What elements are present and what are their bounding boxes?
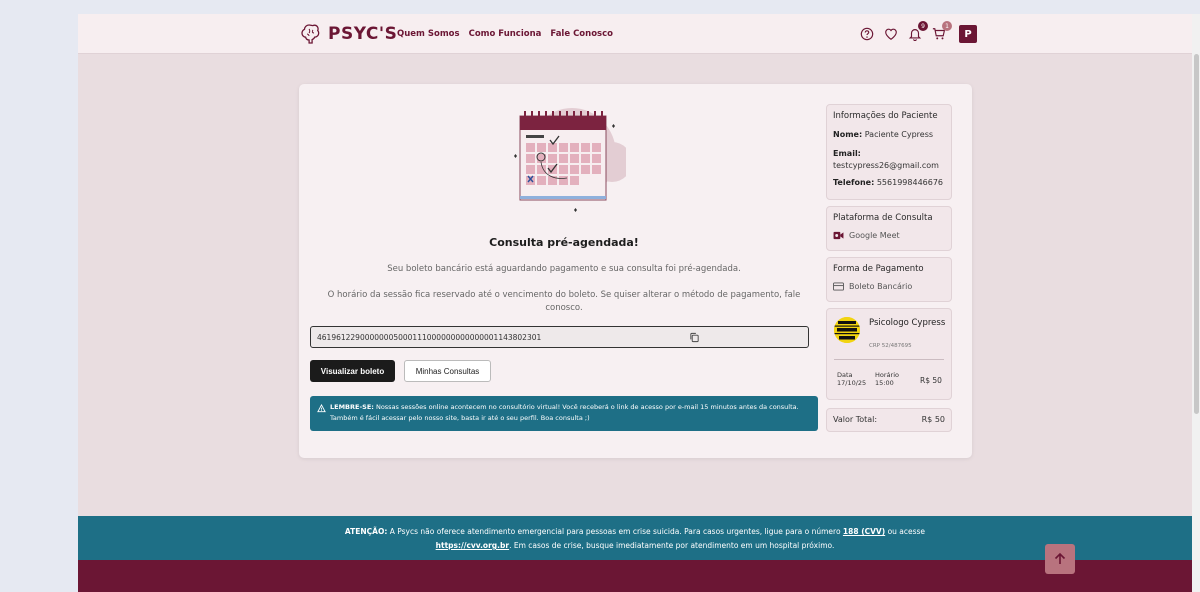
payment-method-row: Boleto Bancário bbox=[833, 282, 945, 291]
psychologist-box: Psicologo Cypress CRP 52/487695 Data 17/… bbox=[826, 308, 952, 400]
nav-como-funciona[interactable]: Como Funciona bbox=[469, 29, 542, 39]
patient-name-row: Nome: Paciente Cypress bbox=[833, 129, 945, 140]
reservation-message: O horário da sessão fica reservado até o… bbox=[327, 290, 801, 313]
top-header: PSYC'S Quem Somos Como Funciona Fale Con… bbox=[78, 14, 1192, 54]
favorites-button[interactable] bbox=[883, 26, 899, 42]
brain-logo-icon bbox=[301, 24, 320, 44]
view-boleto-button[interactable]: Visualizar boleto bbox=[310, 360, 395, 382]
test-area-image bbox=[834, 317, 860, 343]
warning-icon bbox=[317, 404, 326, 413]
psychologist-divider bbox=[834, 359, 944, 360]
notification-badge: 9 bbox=[918, 21, 928, 31]
notifications-button[interactable]: 9 bbox=[907, 21, 928, 42]
my-appointments-button[interactable]: Minhas Consultas bbox=[404, 360, 491, 382]
confirmation-card: Consulta pré-agendada! Seu boleto bancár… bbox=[299, 84, 972, 458]
payment-method-value: Boleto Bancário bbox=[849, 282, 913, 291]
patient-name: Paciente Cypress bbox=[864, 130, 934, 139]
reminder-alert: LEMBRE-SE: Nossas sessões online acontec… bbox=[310, 396, 818, 431]
nav-quem-somos[interactable]: Quem Somos bbox=[397, 29, 460, 39]
logo[interactable]: PSYC'S bbox=[300, 22, 397, 46]
page-viewport: PSYC'S Quem Somos Como Funciona Fale Con… bbox=[78, 14, 1192, 592]
footer-text-3: . Em casos de crise, busque imediatament… bbox=[509, 541, 835, 550]
time-value: 15:00 bbox=[875, 379, 894, 387]
main-nav: Quem Somos Como Funciona Fale Conosco bbox=[397, 29, 613, 39]
alert-label: LEMBRE-SE: bbox=[330, 403, 374, 411]
patient-phone: 5561998446676 bbox=[876, 178, 944, 187]
patient-email-label: Email: bbox=[833, 149, 861, 158]
payment-method-heading: Forma de Pagamento bbox=[833, 264, 924, 274]
patient-name-label: Nome: bbox=[833, 130, 863, 139]
emergency-footer: ATENÇÃO: A Psycs não oferece atendimento… bbox=[78, 516, 1192, 560]
boleto-code-field[interactable]: 4619612290000000500011100000000000000114… bbox=[310, 326, 809, 348]
psychologist-photo bbox=[834, 317, 860, 343]
platform-heading: Plataforma de Consulta bbox=[833, 213, 933, 223]
footer-text-2: ou acesse bbox=[887, 527, 926, 536]
platform-box: Plataforma de Consulta Google Meet bbox=[826, 206, 952, 251]
cvv-phone-link[interactable]: 188 (CVV) bbox=[843, 527, 885, 536]
user-avatar[interactable]: P bbox=[959, 25, 977, 43]
cart-button[interactable]: 1 bbox=[931, 21, 952, 42]
scrollbar-thumb[interactable] bbox=[1194, 54, 1199, 414]
appointment-price: R$ 50 bbox=[920, 376, 942, 385]
copy-icon[interactable] bbox=[689, 332, 700, 343]
total-row: Valor Total: R$ 50 bbox=[833, 415, 945, 424]
help-button[interactable] bbox=[859, 26, 875, 42]
calendar-illustration-icon bbox=[514, 108, 626, 212]
boleto-code: 4619612290000000500011100000000000000114… bbox=[317, 332, 542, 342]
header-actions: 9 1 P bbox=[859, 21, 977, 43]
patient-info-box: Informações do Paciente Nome: Paciente C… bbox=[826, 104, 952, 200]
cart-badge: 1 bbox=[942, 21, 952, 31]
footer-label: ATENÇÃO: bbox=[344, 527, 388, 536]
psychologist-name: Psicologo Cypress bbox=[869, 318, 946, 328]
psychologist-crp: CRP 52/487695 bbox=[869, 343, 912, 349]
page-scrollbar[interactable] bbox=[1192, 14, 1200, 592]
appointment-time: Horário 15:00 bbox=[875, 371, 899, 387]
footer-text-1: A Psycs não oferece atendimento emergenc… bbox=[389, 527, 841, 536]
confirmation-title: Consulta pré-agendada! bbox=[489, 236, 639, 249]
patient-phone-row: Telefone: 5561998446676 bbox=[833, 177, 945, 188]
logo-text: PSYC'S bbox=[328, 24, 398, 44]
platform-row: Google Meet bbox=[833, 231, 945, 240]
help-icon bbox=[860, 27, 874, 41]
date-label: Data bbox=[837, 371, 853, 379]
patient-phone-label: Telefone: bbox=[833, 178, 875, 187]
appointment-date: Data 17/10/25 bbox=[837, 371, 866, 387]
bottom-footer bbox=[78, 560, 1192, 592]
payment-method-box: Forma de Pagamento Boleto Bancário bbox=[826, 257, 952, 302]
total-label: Valor Total: bbox=[833, 415, 878, 424]
platform-value: Google Meet bbox=[849, 231, 900, 240]
patient-email: testcypress26@gmail.com bbox=[833, 161, 939, 170]
total-box: Valor Total: R$ 50 bbox=[826, 408, 952, 432]
time-label: Horário bbox=[875, 371, 899, 379]
total-value: R$ 50 bbox=[921, 415, 945, 424]
alert-text: Nossas sessões online acontecem no consu… bbox=[330, 403, 799, 422]
nav-fale-conosco[interactable]: Fale Conosco bbox=[550, 29, 613, 39]
cvv-website-link[interactable]: https://cvv.org.br bbox=[436, 541, 509, 550]
heart-icon bbox=[885, 28, 897, 40]
payment-status-message: Seu boleto bancário está aguardando paga… bbox=[387, 264, 741, 274]
card-icon bbox=[833, 282, 844, 291]
google-meet-icon bbox=[833, 231, 844, 240]
arrow-up-icon bbox=[1054, 552, 1066, 564]
patient-email-row: Email: bbox=[833, 148, 945, 159]
patient-info-heading: Informações do Paciente bbox=[833, 111, 938, 121]
scroll-to-top-button[interactable] bbox=[1045, 544, 1075, 574]
date-value: 17/10/25 bbox=[837, 379, 867, 387]
